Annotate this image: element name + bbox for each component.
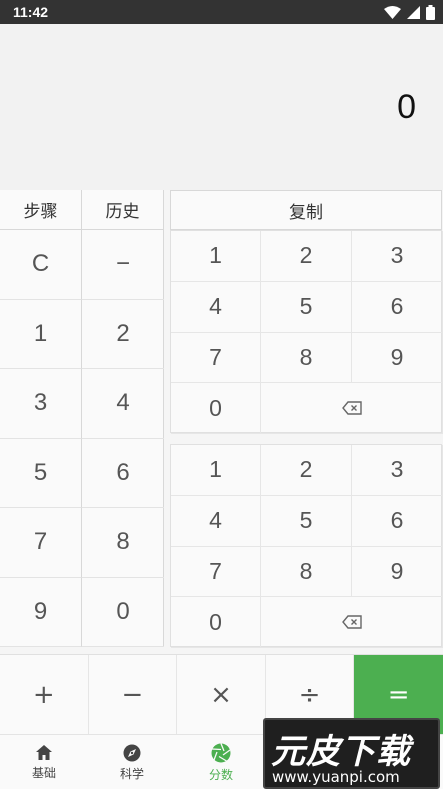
denominator-key-0[interactable]: 0 xyxy=(171,597,261,648)
whole-key-5[interactable]: 5 xyxy=(0,438,82,508)
numerator-key-9[interactable]: 9 xyxy=(352,332,443,384)
backspace-icon xyxy=(341,615,362,629)
denominator-key-2[interactable]: 2 xyxy=(261,445,352,496)
whole-key-4[interactable]: 4 xyxy=(82,369,164,439)
nav-basic-label: 基础 xyxy=(31,766,56,780)
denominator-key-7[interactable]: 7 xyxy=(171,546,261,598)
whole-key-3[interactable]: 3 xyxy=(0,369,82,439)
nav-scientific[interactable]: 科学 xyxy=(88,735,176,789)
result-display: 0 xyxy=(0,24,443,190)
whole-key-1[interactable]: 1 xyxy=(0,299,82,369)
nav-basic[interactable]: 基础 xyxy=(0,735,88,789)
whole-key-9[interactable]: 9 xyxy=(0,577,82,647)
status-icons xyxy=(384,4,435,20)
whole-key-8[interactable]: 8 xyxy=(82,508,164,578)
numerator-key-1[interactable]: 1 xyxy=(171,231,261,282)
nav-fraction-label: 分数 xyxy=(208,767,233,782)
negate-key[interactable]: − xyxy=(82,230,164,300)
numerator-key-2[interactable]: 2 xyxy=(261,231,352,282)
status-time: 11:42 xyxy=(13,4,49,20)
denominator-key-4[interactable]: 4 xyxy=(171,495,261,547)
denominator-key-8[interactable]: 8 xyxy=(261,546,352,598)
status-bar: 11:42 xyxy=(0,0,443,24)
watermark: 元皮下载 www.yuanpi.com xyxy=(263,718,440,789)
home-icon xyxy=(36,745,52,760)
nav-scientific-label: 科学 xyxy=(119,766,144,781)
denominator-key-6[interactable]: 6 xyxy=(352,495,443,547)
whole-key-7[interactable]: 7 xyxy=(0,508,82,578)
denominator-key-9[interactable]: 9 xyxy=(352,546,443,598)
signal-icon xyxy=(407,5,420,19)
numerator-key-5[interactable]: 5 xyxy=(261,281,352,333)
denominator-key-5[interactable]: 5 xyxy=(261,495,352,547)
tab-steps[interactable]: 步骤 xyxy=(0,190,81,229)
aperture-icon xyxy=(211,742,231,762)
battery-icon xyxy=(426,4,435,20)
watermark-title: 元皮下载 xyxy=(271,732,411,772)
left-keypad: C − 1 2 3 4 5 6 7 8 9 0 xyxy=(0,230,164,647)
denominator-key-1[interactable]: 1 xyxy=(171,445,261,496)
numerator-key-6[interactable]: 6 xyxy=(352,281,443,333)
compass-icon xyxy=(123,744,141,761)
tab-history[interactable]: 历史 xyxy=(81,190,163,229)
watermark-url: www.yuanpi.com xyxy=(272,768,400,786)
numerator-key-7[interactable]: 7 xyxy=(171,332,261,384)
numerator-key-0[interactable]: 0 xyxy=(171,383,261,434)
copy-button[interactable]: 复制 xyxy=(170,190,442,230)
numerator-backspace-button[interactable] xyxy=(261,383,443,434)
clear-key[interactable]: C xyxy=(0,230,82,300)
denominator-keypad: 1 2 3 4 5 6 7 8 9 0 xyxy=(170,444,443,648)
subtract-button[interactable]: − xyxy=(89,655,178,734)
panel-tabs: 步骤 历史 xyxy=(0,190,164,230)
add-button[interactable]: + xyxy=(0,655,89,734)
display-value: 0 xyxy=(397,88,416,126)
nav-fraction[interactable]: 分数 xyxy=(177,735,265,789)
numerator-keypad: 1 2 3 4 5 6 7 8 9 0 xyxy=(170,230,443,434)
wifi-icon xyxy=(384,5,401,19)
numerator-key-3[interactable]: 3 xyxy=(352,231,443,282)
multiply-button[interactable]: × xyxy=(177,655,266,734)
numerator-key-8[interactable]: 8 xyxy=(261,332,352,384)
denominator-backspace-button[interactable] xyxy=(261,597,443,648)
whole-key-6[interactable]: 6 xyxy=(82,439,164,508)
backspace-icon xyxy=(341,401,362,415)
denominator-key-3[interactable]: 3 xyxy=(352,445,443,496)
whole-key-2[interactable]: 2 xyxy=(82,300,164,369)
whole-key-0[interactable]: 0 xyxy=(82,578,164,647)
numerator-key-4[interactable]: 4 xyxy=(171,281,261,333)
